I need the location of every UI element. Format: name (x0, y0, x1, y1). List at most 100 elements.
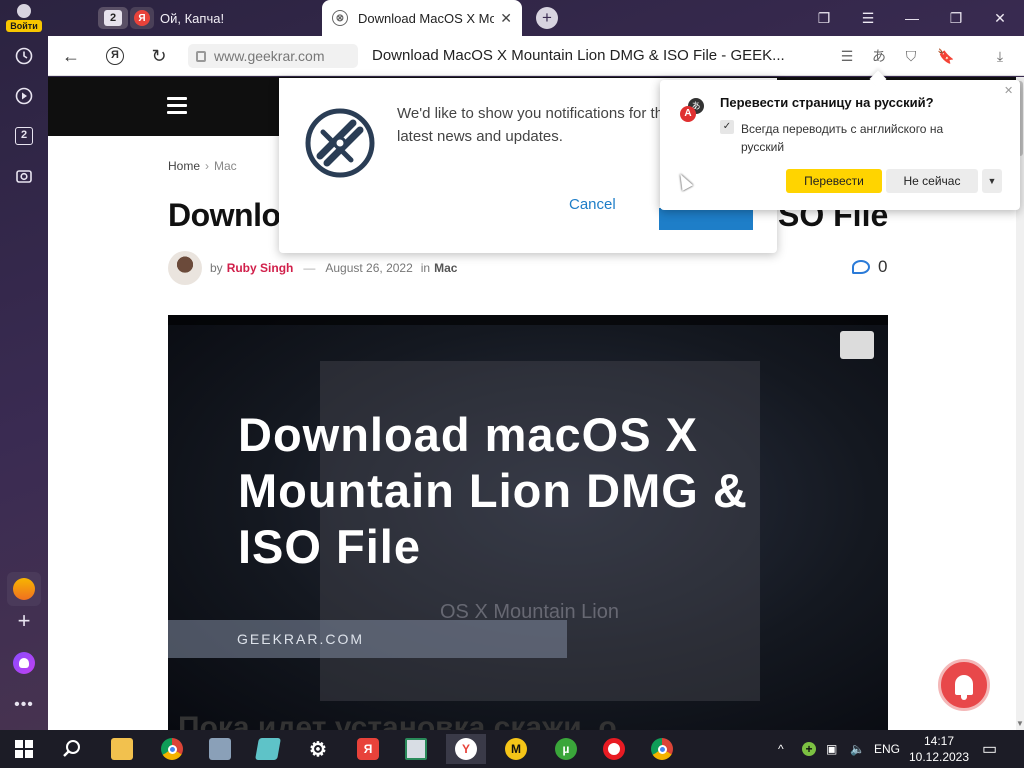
tab-title: Ой, Капча! (160, 10, 225, 26)
scroll-down-icon[interactable]: ▼ (1016, 719, 1024, 728)
new-tab-button[interactable]: + (536, 7, 558, 29)
category-link[interactable]: Mac (434, 261, 457, 275)
breadcrumb-current[interactable]: Mac (214, 159, 237, 173)
translate-icon[interactable]: あ (869, 46, 889, 66)
opera-icon[interactable] (594, 734, 634, 764)
reload-button[interactable]: ↻ (144, 42, 174, 70)
user-icon (17, 4, 31, 18)
breadcrumb-separator-icon: › (205, 159, 210, 173)
hero-brand-bar: GEEKRAR.COM (168, 620, 567, 658)
more-icon[interactable]: ••• (9, 690, 39, 720)
notification-message: We'd like to show you notifications for … (397, 105, 672, 145)
add-icon[interactable]: + (9, 606, 39, 636)
tab-count-label: 2 (104, 10, 122, 26)
close-window-button[interactable]: ✕ (978, 0, 1022, 36)
camera-icon[interactable] (9, 161, 39, 191)
always-translate-checkbox[interactable]: ✓ (720, 120, 734, 134)
meta-dash: — (303, 261, 316, 275)
url-field[interactable]: www.geekrar.com (188, 44, 358, 68)
restore-button[interactable]: ❐ (934, 0, 978, 36)
notes-app-icon[interactable] (248, 734, 288, 764)
hero-image: OS X Mountain Lion Download macOS X Moun… (168, 315, 888, 730)
translate-icon: あA (680, 98, 706, 124)
window-app-icon[interactable] (396, 734, 436, 764)
yandex-button[interactable]: Я (100, 42, 130, 70)
hero-drive-icon (840, 331, 874, 359)
tray-network-icon[interactable]: ▣ (826, 730, 837, 768)
breadcrumb-home[interactable]: Home (168, 159, 200, 173)
comment-count: 0 (878, 257, 888, 276)
windows-taskbar: ⚙ Я Y M µ ^ + ▣ 🔈 ENG 14:17 10.12.2023 ▭ (0, 730, 1024, 768)
tab-title: Download MacOS X Mountain Lion DMG & ISO… (358, 10, 495, 26)
notifications-icon[interactable]: ▭ (982, 730, 997, 768)
notification-bell-button[interactable] (938, 659, 990, 711)
translate-popup: あA Перевести страницу на русский? ✓ Всег… (660, 80, 1020, 210)
lock-icon (196, 50, 206, 62)
settings-gear-icon[interactable]: ⚙ (298, 734, 338, 764)
meta-by: by (210, 261, 223, 275)
author-link[interactable]: Ruby Singh (227, 261, 294, 275)
menu-icon[interactable]: ☰ (846, 0, 890, 36)
login-button[interactable]: Войти (6, 4, 42, 34)
tab-geekrar[interactable]: ⊗ Download MacOS X Mountain Lion DMG & I… (322, 0, 522, 36)
start-button[interactable] (4, 734, 44, 764)
play-icon[interactable] (9, 81, 39, 111)
tabs-count-label: 2 (15, 127, 33, 145)
clock-date: 10.12.2023 (908, 750, 970, 764)
translate-options-icon[interactable]: ▼ (982, 169, 1002, 193)
search-icon[interactable] (52, 734, 92, 764)
comment-bubble-icon (852, 260, 870, 274)
yandex-browser-taskbar-icon[interactable]: Y (446, 734, 486, 764)
control-panel-icon[interactable] (200, 734, 240, 764)
tabs-count-icon[interactable]: 2 (9, 121, 39, 151)
language-indicator[interactable]: ENG (874, 730, 900, 768)
tab-bar: 2 ⌄ Я Ой, Капча! ⊗ Download MacOS X Moun… (48, 0, 1024, 36)
allow-button[interactable] (659, 208, 753, 230)
alice-icon[interactable] (9, 648, 39, 678)
bookmark-icon[interactable]: 🔖 (936, 46, 956, 66)
tray-plus-icon[interactable]: + (802, 730, 816, 768)
tab-captcha[interactable]: Я Ой, Капча! (124, 0, 320, 36)
address-page-title[interactable]: Download MacOS X Mountain Lion DMG & ISO… (372, 47, 785, 64)
download-icon[interactable]: ⤓ (990, 46, 1010, 66)
background-caption: Пока идет установка скажи, о (178, 711, 617, 730)
not-now-button[interactable]: Не сейчас (886, 169, 978, 193)
orange-app-icon[interactable] (7, 572, 41, 606)
geekrar-logo-icon (305, 108, 375, 178)
chrome-icon[interactable] (152, 734, 192, 764)
author-avatar[interactable] (168, 251, 202, 285)
clock-time: 14:17 (923, 734, 955, 748)
translate-button[interactable]: Перевести (786, 169, 882, 193)
bell-icon (955, 675, 973, 700)
article-meta: by Ruby Singh — August 26, 2022 in Mac (168, 251, 888, 285)
cancel-button[interactable]: Cancel (569, 196, 616, 213)
tray-chevron-up-icon[interactable]: ^ (778, 730, 784, 768)
publish-date: August 26, 2022 (325, 261, 413, 275)
geekrar-favicon-icon: ⊗ (332, 10, 348, 26)
utorrent-icon[interactable]: µ (546, 734, 586, 764)
close-tab-icon[interactable]: ✕ (500, 10, 512, 27)
history-icon[interactable] (9, 41, 39, 71)
chrome-second-icon[interactable] (642, 734, 682, 764)
yellow-app-icon[interactable]: M (496, 734, 536, 764)
back-button[interactable]: ← (56, 42, 86, 70)
hero-menubar (168, 315, 888, 325)
protect-icon[interactable]: ⛉ (901, 46, 921, 66)
minimize-button[interactable]: — (890, 0, 934, 36)
always-translate-label[interactable]: Всегда переводить с английского на русск… (741, 120, 981, 156)
reader-mode-icon[interactable]: ☰ (837, 46, 857, 66)
comments-link[interactable]: 0 (852, 257, 887, 277)
close-translate-icon[interactable]: ✕ (1004, 84, 1013, 97)
yandex-taskbar-icon[interactable]: Я (348, 734, 388, 764)
url-domain: www.geekrar.com (214, 48, 325, 64)
file-explorer-icon[interactable] (102, 734, 142, 764)
tray-volume-muted-icon[interactable]: 🔈 (850, 730, 865, 768)
translate-title: Перевести страницу на русский? (720, 95, 934, 110)
yandex-icon: Я (106, 47, 124, 65)
breadcrumb: Home › Mac (168, 159, 237, 173)
meta-in: in (420, 261, 431, 275)
bookmarks-panel-icon[interactable]: ❐ (802, 0, 846, 36)
hamburger-menu-icon[interactable] (167, 97, 187, 114)
clock[interactable]: 14:17 10.12.2023 (904, 733, 974, 765)
browser-sidebar: Войти 2 + ••• (0, 0, 48, 730)
